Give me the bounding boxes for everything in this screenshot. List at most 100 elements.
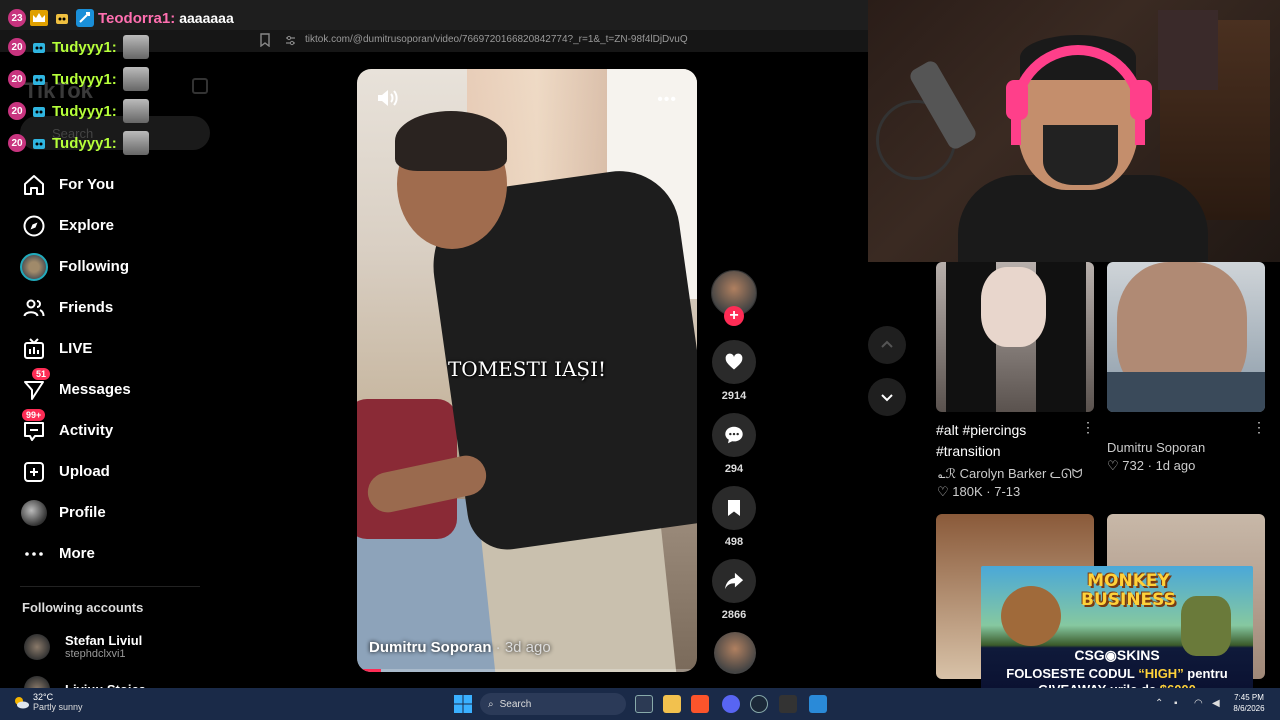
compass-icon xyxy=(20,212,48,240)
chat-message: 23 Teodorra1: aaaaaaa xyxy=(8,5,348,31)
nav-item-upload[interactable]: Upload xyxy=(20,451,220,492)
chat-username[interactable]: Tudyyy1: xyxy=(52,71,117,88)
sidebar-divider xyxy=(20,586,200,587)
chevron-down-icon xyxy=(881,394,893,402)
card-author[interactable]: ؎ℛ Carolyn Barker ᓚᘏᗢ xyxy=(938,466,1083,482)
video-progress-bar[interactable] xyxy=(357,669,697,672)
nav-item-following[interactable]: Following xyxy=(20,246,220,287)
comment-button[interactable] xyxy=(712,413,756,457)
streamer-webcam xyxy=(868,0,1280,262)
chat-emote xyxy=(122,67,149,91)
tray-chevron-icon[interactable]: ⌃ xyxy=(1155,698,1163,709)
robot-badge-icon xyxy=(29,101,49,121)
video-player[interactable]: ••• TOMESTI IAȘI! Dumitru Soporan · 3d a… xyxy=(357,69,697,672)
sub-badge: 23 xyxy=(8,9,26,27)
more-options-icon[interactable]: ••• xyxy=(657,91,677,109)
brave-browser-icon[interactable] xyxy=(691,695,709,713)
heart-outline-icon: ♡ xyxy=(937,484,949,499)
bookmark-icon xyxy=(728,500,740,516)
comment-count: 294 xyxy=(724,463,744,475)
upload-icon xyxy=(20,458,48,486)
chat-message: 20 Tudyyy1: xyxy=(8,63,348,95)
nav-item-live[interactable]: LIVE xyxy=(20,328,220,369)
search-icon: ⌕ xyxy=(488,698,494,710)
chat-username[interactable]: Tudyyy1: xyxy=(52,103,117,120)
more-icon xyxy=(20,540,48,568)
like-action[interactable]: 2914 xyxy=(711,340,757,402)
volume-icon[interactable] xyxy=(375,87,399,109)
windows-start-icon[interactable] xyxy=(454,695,472,713)
like-button[interactable] xyxy=(712,340,756,384)
file-explorer-icon[interactable] xyxy=(663,695,681,713)
next-video-button[interactable] xyxy=(868,378,906,416)
terminal-icon[interactable] xyxy=(779,695,797,713)
chat-message: 20 Tudyyy1: xyxy=(8,95,348,127)
robot-badge-icon xyxy=(29,37,49,57)
taskbar-clock[interactable]: 7:45 PM 8/6/2026 xyxy=(1225,692,1273,714)
nav-item-activity[interactable]: 99+ Activity xyxy=(20,408,220,451)
save-button[interactable] xyxy=(712,486,756,530)
screen: tiktok.com/@dumitrusoporan/video/7669720… xyxy=(0,0,1280,720)
nav-item-more[interactable]: More xyxy=(20,533,220,574)
weather-widget[interactable]: 32°C Partly sunny xyxy=(12,692,83,712)
weather-desc: Partly sunny xyxy=(33,702,83,712)
discord-icon[interactable] xyxy=(722,695,740,713)
explore-video-card[interactable] xyxy=(1107,262,1265,412)
task-view-icon[interactable] xyxy=(635,695,653,713)
chat-message: 20 Tudyyy1: xyxy=(8,31,348,63)
nav-label: Activity xyxy=(59,422,114,439)
card-more-icon[interactable]: ⋮ xyxy=(1252,419,1266,436)
ad-promo-line1: FOLOSESTE CODUL “HIGH” pentru xyxy=(1006,666,1228,681)
save-action[interactable]: 498 xyxy=(711,486,757,548)
nav-item-profile[interactable]: Profile xyxy=(20,492,220,533)
previous-video-button[interactable] xyxy=(868,326,906,364)
following-account[interactable]: Stefan Liviul stephdclxvi1 xyxy=(24,633,142,660)
video-author[interactable]: Dumitru Soporan · 3d ago xyxy=(369,639,551,656)
robot-badge-icon xyxy=(52,8,72,28)
share-action[interactable]: 2866 xyxy=(711,559,757,621)
sun-cloud-icon xyxy=(15,697,29,709)
card-author[interactable]: Dumitru Soporan xyxy=(1107,440,1205,455)
sub-badge: 20 xyxy=(8,38,26,56)
next-creator-avatar[interactable] xyxy=(714,632,756,674)
sidebar-nav: For You Explore Following Friends LIVE 5… xyxy=(20,164,220,574)
card-likes: 732 xyxy=(1122,458,1144,473)
nav-item-friends[interactable]: Friends xyxy=(20,287,220,328)
card-date: 1d ago xyxy=(1155,458,1196,473)
address-url[interactable]: tiktok.com/@dumitrusoporan/video/7669720… xyxy=(305,34,688,45)
steam-icon[interactable] xyxy=(750,695,768,713)
nav-item-for-you[interactable]: For You xyxy=(20,164,220,205)
tray-app-icon[interactable]: ▪ xyxy=(1174,698,1178,709)
save-count: 498 xyxy=(724,536,744,548)
activity-icon: 99+ xyxy=(20,408,48,445)
video-author-name[interactable]: Dumitru Soporan xyxy=(369,639,492,656)
chat-username[interactable]: Tudyyy1: xyxy=(52,135,117,152)
nav-item-explore[interactable]: Explore xyxy=(20,205,220,246)
video-progress-fill xyxy=(357,669,381,672)
sub-badge: 20 xyxy=(8,102,26,120)
card-stats: ♡ 180K · 7-13 xyxy=(937,484,1021,499)
card-title[interactable]: #alt #piercings #transition xyxy=(936,420,1076,462)
comment-action[interactable]: 294 xyxy=(711,413,757,475)
account-handle: stephdclxvi1 xyxy=(65,648,126,660)
chat-username[interactable]: Teodorra1: xyxy=(98,10,175,27)
explore-video-card[interactable] xyxy=(936,262,1094,412)
profile-avatar xyxy=(20,499,48,527)
weather-temp: 32°C xyxy=(33,692,54,702)
notepad-icon[interactable] xyxy=(809,695,827,713)
share-button[interactable] xyxy=(712,559,756,603)
live-icon xyxy=(20,335,48,363)
chat-username[interactable]: Tudyyy1: xyxy=(52,39,117,56)
card-more-icon[interactable]: ⋮ xyxy=(1081,419,1095,436)
action-rail: + xyxy=(711,270,759,326)
taskbar-search[interactable]: ⌕ Search xyxy=(480,693,626,715)
nav-item-messages[interactable]: 51 Messages xyxy=(20,367,220,410)
avatar xyxy=(24,633,50,660)
follow-button[interactable]: + xyxy=(724,306,744,326)
robot-badge-icon xyxy=(29,69,49,89)
volume-tray-icon[interactable]: ◀ xyxy=(1212,698,1220,709)
prime-badge-icon xyxy=(75,8,95,28)
network-icon[interactable]: ◠ xyxy=(1194,698,1203,709)
activity-badge: 99+ xyxy=(22,408,46,421)
chevron-up-icon xyxy=(881,340,893,348)
